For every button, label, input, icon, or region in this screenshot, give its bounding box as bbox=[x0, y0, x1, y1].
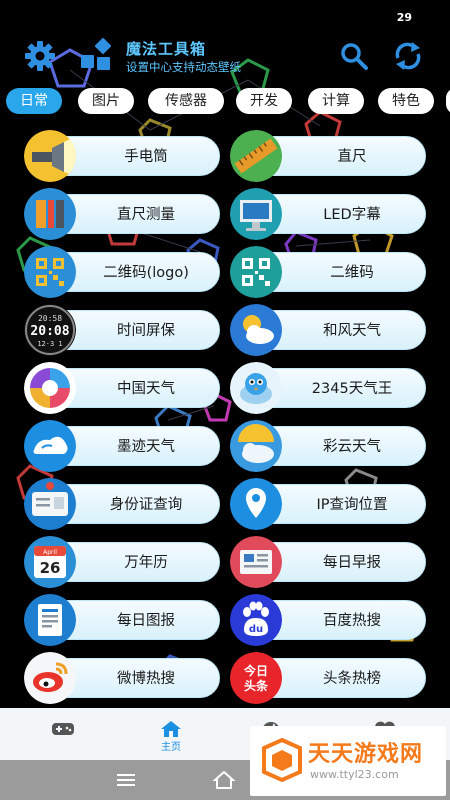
tool-label: 墨迹天气 bbox=[117, 439, 175, 455]
weibo-icon bbox=[24, 652, 76, 704]
gamepad-icon bbox=[52, 723, 74, 735]
qr-code-icon bbox=[230, 246, 282, 298]
tool-label: 身份证查询 bbox=[109, 497, 183, 513]
tool-label: 每日早报 bbox=[323, 555, 381, 571]
tool-id-card[interactable]: 身份证查询 bbox=[24, 478, 220, 530]
toutiao-bottom-text: 头条 bbox=[244, 678, 269, 693]
nav-games[interactable] bbox=[28, 708, 98, 760]
app-header: 魔法工具箱 设置中心支持动态壁纸 bbox=[0, 36, 450, 80]
baidu-text: du bbox=[249, 624, 263, 635]
tool-ip-location[interactable]: IP查询位置 bbox=[230, 478, 426, 530]
status-bar: 29 bbox=[0, 0, 450, 30]
tool-morning-news[interactable]: 每日早报 bbox=[230, 536, 426, 588]
tool-label: IP查询位置 bbox=[316, 497, 388, 513]
nav-home-label: 主页 bbox=[161, 742, 181, 753]
tab-calculate[interactable]: 计算 bbox=[308, 88, 364, 114]
qr-logo-icon bbox=[24, 246, 76, 298]
toutiao-top-text: 今日 bbox=[243, 663, 268, 678]
watermark: 天天游戏网 www.ttyl23.com bbox=[250, 726, 446, 796]
location-pin-icon bbox=[230, 478, 282, 530]
document-icon bbox=[24, 594, 76, 646]
sun-cloud-icon bbox=[230, 304, 282, 356]
tool-label: 二维码 bbox=[330, 265, 374, 281]
baidu-paw-icon: du bbox=[230, 594, 282, 646]
tool-china-weather[interactable]: 中国天气 bbox=[24, 362, 220, 414]
flashlight-icon bbox=[24, 130, 76, 182]
toutiao-icon: 今日 头条 bbox=[230, 652, 282, 704]
caiyun-weather-icon bbox=[230, 420, 282, 472]
tool-daily-pictures[interactable]: 每日图报 bbox=[24, 594, 220, 646]
system-home-icon[interactable] bbox=[212, 768, 236, 792]
watermark-logo-icon bbox=[262, 738, 302, 782]
tool-toutiao-hot[interactable]: 头条热榜 今日 头条 bbox=[230, 652, 426, 704]
tool-label: 手电筒 bbox=[124, 149, 168, 165]
tool-qweather[interactable]: 和风天气 bbox=[230, 304, 426, 356]
tool-label: LED字幕 bbox=[323, 207, 381, 223]
gear-icon[interactable] bbox=[22, 38, 58, 74]
tool-caiyun-weather[interactable]: 彩云天气 bbox=[230, 420, 426, 472]
tool-label: 中国天气 bbox=[117, 381, 175, 397]
tool-flashlight[interactable]: 手电筒 bbox=[24, 130, 220, 182]
tool-label: 时间屏保 bbox=[117, 323, 175, 339]
tool-label: 每日图报 bbox=[117, 613, 175, 629]
calendar-month: April bbox=[43, 549, 57, 556]
tab-develop[interactable]: 开发 bbox=[236, 88, 292, 114]
home-icon bbox=[161, 721, 181, 737]
ink-weather-icon bbox=[24, 420, 76, 472]
tool-label: 和风天气 bbox=[323, 323, 381, 339]
tool-label: 二维码(logo) bbox=[103, 265, 189, 281]
tool-baidu-hot[interactable]: 百度热搜 du bbox=[230, 594, 426, 646]
search-icon[interactable] bbox=[336, 38, 372, 74]
tool-label: 2345天气王 bbox=[311, 381, 393, 397]
clock-line-2: 20:08 bbox=[30, 324, 69, 339]
clock-line-1: 20:58 bbox=[38, 314, 62, 323]
tool-label: 微博热搜 bbox=[117, 671, 175, 687]
tool-qr-logo[interactable]: 二维码(logo) bbox=[24, 246, 220, 298]
tab-images[interactable]: 图片 bbox=[78, 88, 134, 114]
tool-label: 头条热榜 bbox=[323, 671, 381, 687]
tab-daily[interactable]: 日常 bbox=[6, 88, 62, 114]
newspaper-icon bbox=[230, 536, 282, 588]
id-card-icon bbox=[24, 478, 76, 530]
tool-label: 直尺测量 bbox=[117, 207, 175, 223]
china-weather-icon bbox=[24, 362, 76, 414]
tool-qr[interactable]: 二维码 bbox=[230, 246, 426, 298]
calendar-day: 26 bbox=[40, 559, 61, 577]
nav-home[interactable]: 主页 bbox=[136, 708, 206, 760]
tool-label: 万年历 bbox=[124, 555, 168, 571]
digital-clock-icon: 20:58 20:08 12·3 1 bbox=[24, 304, 76, 356]
tool-label: 彩云天气 bbox=[323, 439, 381, 455]
menu-icon[interactable] bbox=[114, 768, 138, 792]
status-time: 29 bbox=[396, 11, 412, 24]
monitor-icon bbox=[230, 188, 282, 240]
tool-led[interactable]: LED字幕 bbox=[230, 188, 426, 240]
tool-time-screensaver[interactable]: 时间屏保 20:58 20:08 12·3 1 bbox=[24, 304, 220, 356]
widgets-icon[interactable] bbox=[78, 37, 114, 74]
app-title: 魔法工具箱 bbox=[126, 40, 207, 58]
clock-line-3: 12·3 1 bbox=[37, 340, 62, 348]
tool-label: 直尺 bbox=[337, 149, 367, 165]
watermark-url: www.ttyl23.com bbox=[310, 768, 399, 781]
bird-weather-icon bbox=[230, 362, 282, 414]
tool-calendar[interactable]: 万年历 April 26 bbox=[24, 536, 220, 588]
ruler-icon bbox=[230, 130, 282, 182]
refresh-icon[interactable] bbox=[390, 38, 426, 74]
tab-sensors[interactable]: 传感器 bbox=[148, 88, 224, 114]
measure-tools-icon bbox=[24, 188, 76, 240]
tool-weibo-hot[interactable]: 微博热搜 bbox=[24, 652, 220, 704]
tab-more[interactable] bbox=[446, 88, 450, 114]
calendar-icon: April 26 bbox=[24, 536, 76, 588]
category-tabs: 日常 图片 传感器 开发 计算 特色 bbox=[6, 88, 450, 114]
tool-moji-weather[interactable]: 墨迹天气 bbox=[24, 420, 220, 472]
tool-2345-weather[interactable]: 2345天气王 bbox=[230, 362, 426, 414]
app-subtitle[interactable]: 设置中心支持动态壁纸 bbox=[126, 59, 241, 75]
watermark-name: 天天游戏网 bbox=[308, 742, 424, 767]
tab-special[interactable]: 特色 bbox=[378, 88, 434, 114]
tool-label: 百度热搜 bbox=[323, 613, 381, 629]
tool-ruler[interactable]: 直尺 bbox=[230, 130, 426, 182]
tool-measure[interactable]: 直尺测量 bbox=[24, 188, 220, 240]
